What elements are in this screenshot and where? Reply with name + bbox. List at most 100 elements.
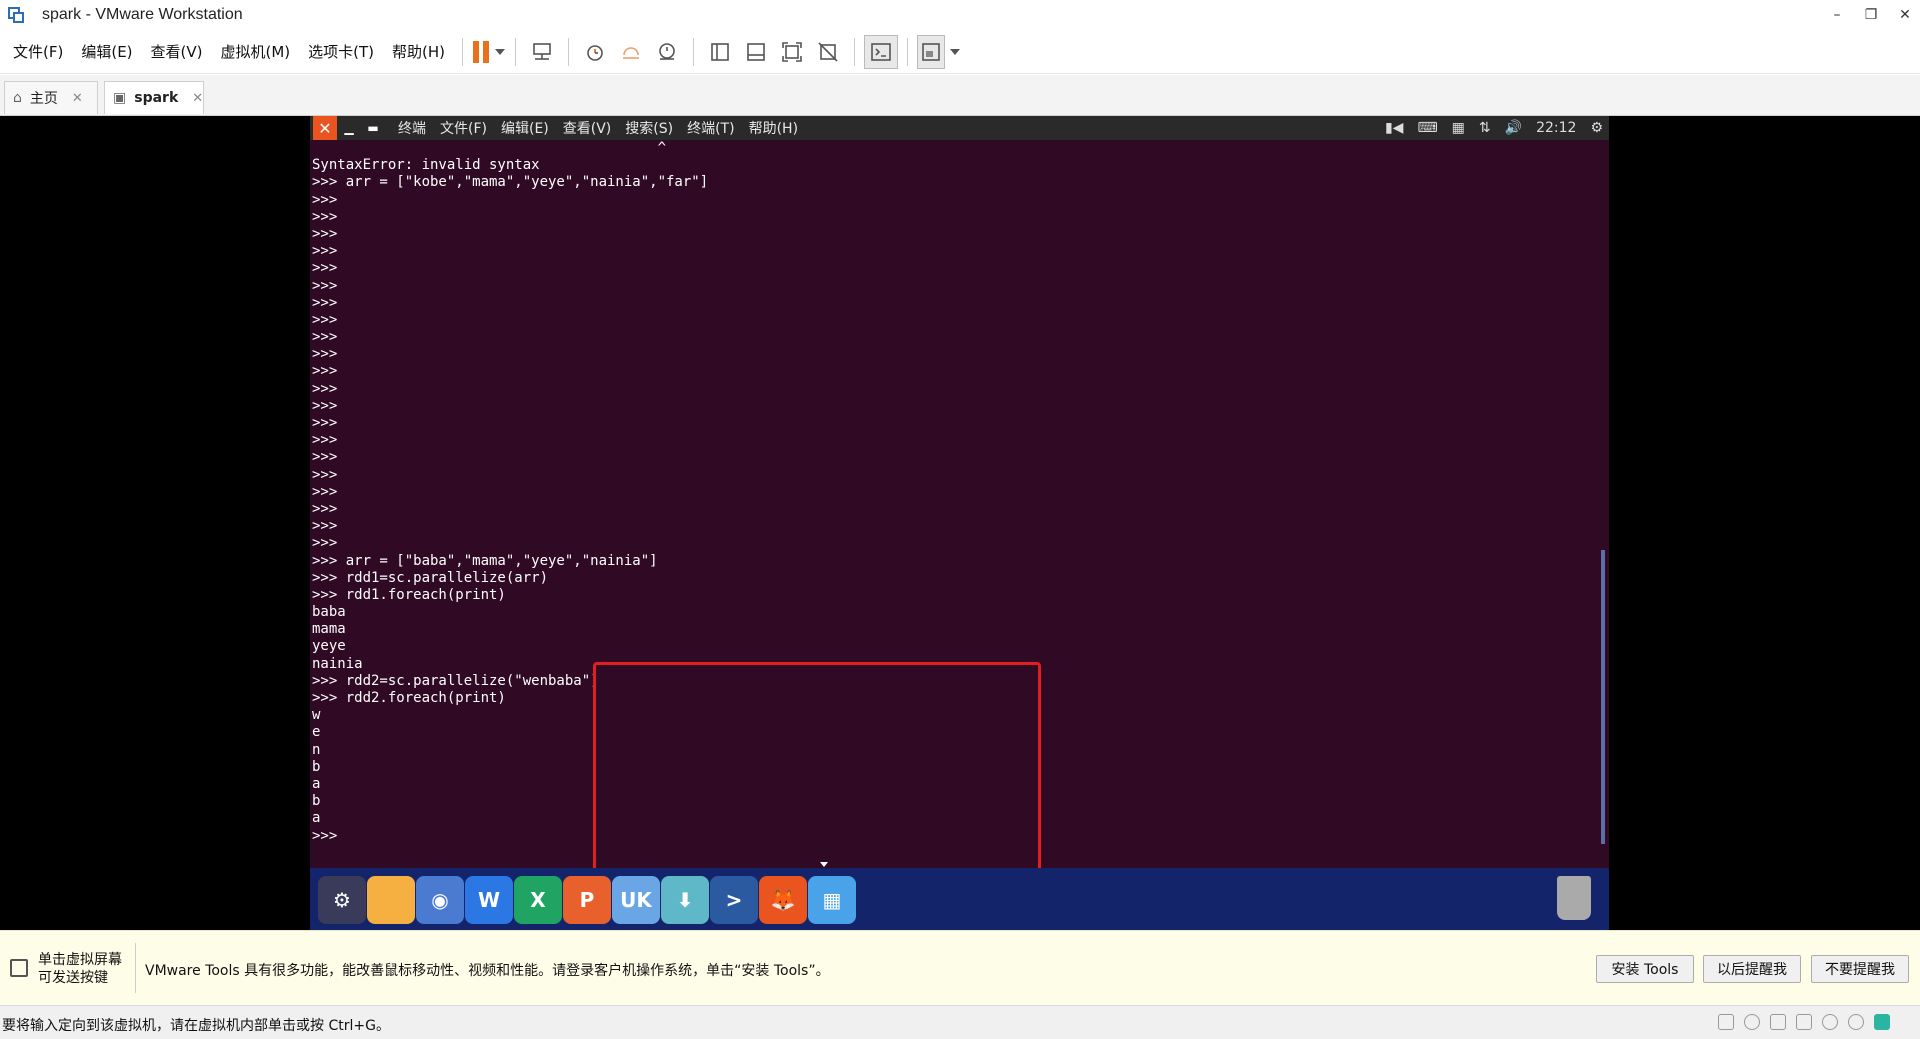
- clock[interactable]: 22:12: [1536, 120, 1576, 136]
- terminal-scrollbar[interactable]: [1601, 550, 1605, 844]
- terminal-line: n: [312, 741, 321, 758]
- terminal-line: >>>: [312, 363, 338, 380]
- notification-message: VMware Tools 具有很多功能，能改善鼠标移动性、视频和性能。请登录客户…: [145, 963, 830, 979]
- network-icon[interactable]: ⇅: [1479, 120, 1491, 136]
- menu-edit[interactable]: 编辑(E): [72, 41, 141, 62]
- input-method-icon[interactable]: ▮◀: [1385, 120, 1403, 136]
- revert-snapshot-icon: [623, 46, 640, 59]
- menu-toolbar: 文件(F) 编辑(E) 查看(V) 虚拟机(M) 选项卡(T) 帮助(H): [0, 30, 1920, 74]
- browser-app-icon[interactable]: ◉: [416, 876, 464, 924]
- guest-menu-view[interactable]: 查看(V): [556, 118, 619, 138]
- cd-rom-icon[interactable]: [1744, 1014, 1760, 1030]
- installer-app-icon[interactable]: ⬇: [661, 876, 709, 924]
- terminal-line: >>> arr = ["kobe","mama","yeye","nainia"…: [312, 174, 709, 191]
- terminal-output[interactable]: ^ SyntaxError: invalid syntax >>> arr = ["…: [312, 140, 1602, 844]
- terminal-line: b: [312, 793, 321, 810]
- terminal-minimize-button[interactable]: ▁: [337, 116, 361, 140]
- message-log-icon[interactable]: [1874, 1014, 1890, 1030]
- chevron-down-icon[interactable]: [950, 48, 961, 55]
- tab-spark[interactable]: ▣ spark ✕: [104, 81, 204, 114]
- install-tools-button[interactable]: 安装 Tools: [1596, 955, 1694, 983]
- restore-button[interactable]: ❐: [1856, 0, 1886, 30]
- menu-file[interactable]: 文件(F): [4, 41, 72, 62]
- home-icon: ⌂: [13, 90, 22, 106]
- workspace-app-icon[interactable]: ▦: [808, 876, 856, 924]
- calendar-icon[interactable]: ▦: [1452, 120, 1465, 136]
- unity-mode-button[interactable]: [811, 35, 845, 69]
- terminal-line: >>>: [312, 191, 338, 208]
- terminal-line: a: [312, 775, 321, 792]
- keyboard-icon[interactable]: ⌨: [1417, 120, 1437, 136]
- terminal-line: >>> rdd1=sc.parallelize(arr): [312, 569, 549, 586]
- trash-icon[interactable]: [1557, 876, 1591, 920]
- vm-icon: ▣: [113, 90, 127, 106]
- firefox-app-icon[interactable]: 🦊: [759, 876, 807, 924]
- menu-vm[interactable]: 虚拟机(M): [212, 41, 300, 62]
- status-bar: 要将输入定向到该虚拟机，请在虚拟机内部单击或按 Ctrl+G。: [0, 1005, 1920, 1039]
- guest-menu-edit[interactable]: 编辑(E): [494, 118, 556, 138]
- send-ctrl-alt-del-button[interactable]: [525, 35, 559, 69]
- unity-mode-icon: [818, 41, 838, 62]
- sidebar-layout-icon: [711, 42, 729, 61]
- terminal-line: >>>: [312, 380, 338, 397]
- snapshot-manager-button[interactable]: [650, 35, 684, 69]
- terminal-line: >>>: [312, 415, 338, 431]
- never-remind-button[interactable]: 不要提醒我: [1811, 955, 1909, 983]
- settings-app-icon[interactable]: ⚙: [318, 876, 366, 924]
- terminal-line: yeye: [312, 638, 346, 655]
- printer-icon[interactable]: [1848, 1014, 1864, 1030]
- menu-help[interactable]: 帮助(H): [383, 41, 454, 62]
- terminal-maximize-button[interactable]: ▬: [361, 116, 385, 140]
- click-screen-hint: 单击虚拟屏幕 可发送按键: [38, 951, 122, 987]
- guest-screen[interactable]: ✕ ▁ ▬ 终端 文件(F) 编辑(E) 查看(V) 搜索(S) 终端(T) 帮…: [310, 116, 1609, 970]
- revert-snapshot-button[interactable]: [614, 35, 648, 69]
- files-app-icon[interactable]: [367, 876, 415, 924]
- guest-menu-file[interactable]: 文件(F): [433, 118, 494, 138]
- wps-spreadsheet-app-icon[interactable]: X: [514, 876, 562, 924]
- vmware-logo-icon: [6, 5, 26, 25]
- show-library-button[interactable]: [703, 35, 737, 69]
- full-screen-button[interactable]: [775, 35, 809, 69]
- tab-home[interactable]: ⌂ 主页 ✕: [4, 81, 98, 114]
- menu-tabs[interactable]: 选项卡(T): [299, 41, 383, 62]
- window-controls: – ❐ ✕: [1818, 0, 1920, 30]
- guest-menu-help[interactable]: 帮助(H): [742, 118, 805, 138]
- toolbar-separator: [515, 37, 517, 66]
- sound-card-icon[interactable]: [1822, 1014, 1838, 1030]
- guest-top-panel: ✕ ▁ ▬ 终端 文件(F) 编辑(E) 查看(V) 搜索(S) 终端(T) 帮…: [310, 116, 1609, 140]
- notification-divider: [135, 943, 136, 993]
- terminal-close-button[interactable]: ✕: [313, 116, 337, 140]
- thumbnail-bar-button[interactable]: [739, 35, 773, 69]
- minimize-button[interactable]: –: [1822, 0, 1852, 30]
- terminal-line: >>>: [312, 466, 338, 483]
- wps-writer-app-icon[interactable]: W: [465, 876, 513, 924]
- vm-console[interactable]: ✕ ▁ ▬ 终端 文件(F) 编辑(E) 查看(V) 搜索(S) 终端(T) 帮…: [0, 116, 1920, 970]
- terminal-line: >>>: [312, 827, 338, 844]
- close-button[interactable]: ✕: [1890, 0, 1920, 30]
- terminal-line: >>>: [312, 329, 338, 346]
- terminal-line: >>>: [312, 449, 338, 466]
- volume-icon[interactable]: 🔊: [1505, 120, 1522, 136]
- guest-menu-terminal-t[interactable]: 终端(T): [680, 118, 741, 138]
- remind-later-button[interactable]: 以后提醒我: [1703, 955, 1801, 983]
- gear-icon[interactable]: ⚙: [1590, 120, 1603, 136]
- hard-disk-icon[interactable]: [1718, 1014, 1734, 1030]
- dock-active-indicator: [820, 862, 828, 867]
- terminal-app-icon[interactable]: >: [710, 876, 758, 924]
- network-adapter-icon[interactable]: [1770, 1014, 1786, 1030]
- wps-presentation-app-icon[interactable]: P: [563, 876, 611, 924]
- stretch-mode-button[interactable]: [917, 34, 946, 69]
- console-view-button[interactable]: [864, 34, 899, 69]
- close-icon[interactable]: ✕: [192, 91, 203, 106]
- guest-menu-search[interactable]: 搜索(S): [618, 118, 680, 138]
- toolbar-separator: [907, 37, 909, 66]
- close-icon[interactable]: ✕: [72, 91, 83, 106]
- suspend-button[interactable]: [472, 35, 506, 69]
- guest-menu-terminal[interactable]: 终端: [391, 118, 433, 138]
- snapshot-button[interactable]: [578, 35, 612, 69]
- ukylin-app-icon[interactable]: UK: [612, 876, 660, 924]
- terminal-line: >>>: [312, 500, 338, 517]
- usb-icon[interactable]: [1796, 1014, 1812, 1030]
- terminal-line: >>> rdd1.foreach(print): [312, 586, 506, 603]
- menu-view[interactable]: 查看(V): [142, 41, 212, 62]
